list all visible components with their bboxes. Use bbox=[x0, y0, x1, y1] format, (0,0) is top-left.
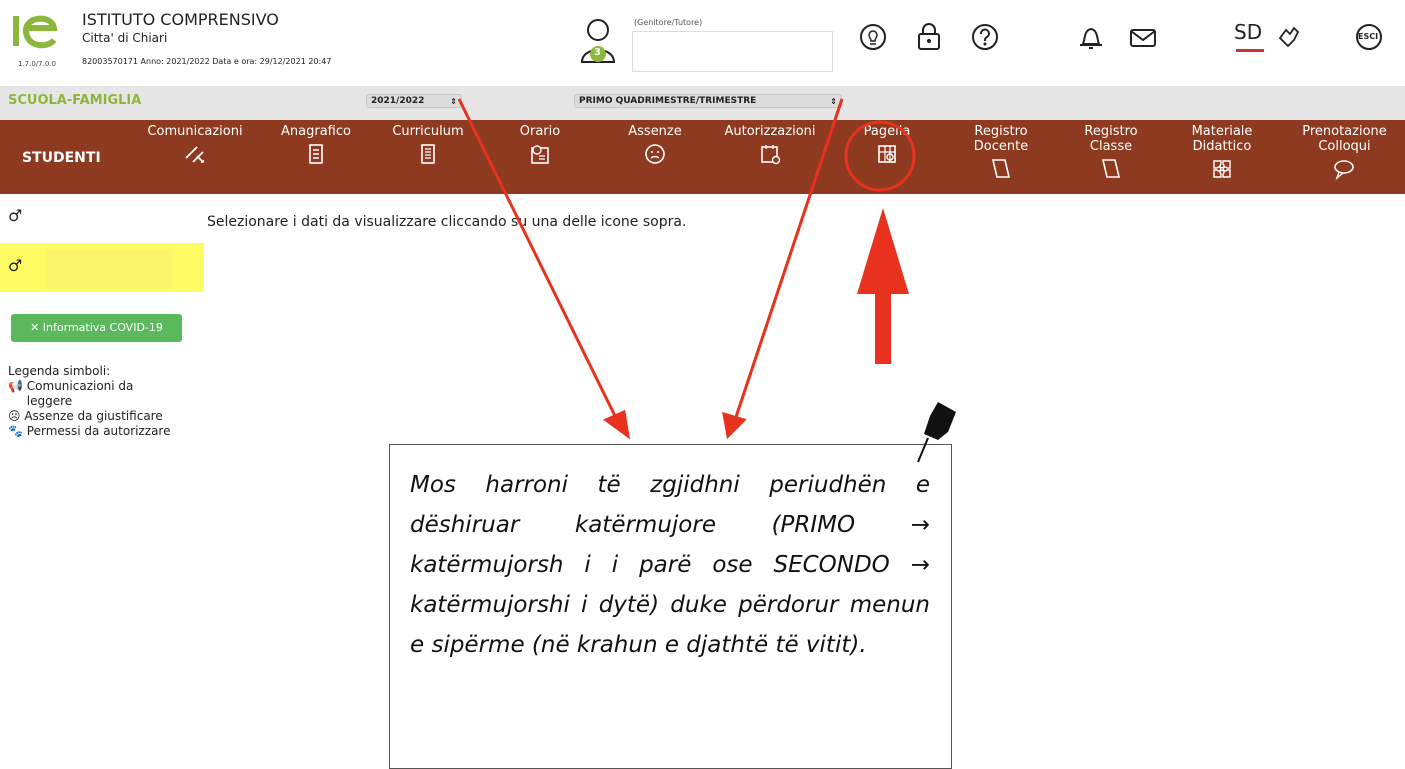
legend-item: ☹ Assenze da giustificare bbox=[8, 409, 177, 424]
sad-face-icon bbox=[645, 144, 665, 164]
menu-item-registro-docente[interactable]: Registro Docente bbox=[954, 124, 1048, 181]
student-name-redacted bbox=[46, 249, 172, 289]
arrow-up-to-pagella bbox=[857, 208, 909, 364]
institute-title: ISTITUTO COMPRENSIVO bbox=[82, 10, 279, 29]
menu-item-label: Curriculum bbox=[392, 124, 464, 139]
menu-item-label: Registro bbox=[1084, 124, 1138, 139]
speech-icon bbox=[1333, 160, 1354, 181]
menu-item-label: Anagrafico bbox=[281, 124, 351, 139]
menu-item-autorizzazioni[interactable]: Autorizzazioni bbox=[712, 124, 828, 166]
menu-studenti: STUDENTI bbox=[22, 150, 101, 166]
menu-item-assenze[interactable]: Assenze bbox=[612, 124, 698, 166]
menu-item-orario[interactable]: Orario bbox=[502, 124, 578, 166]
document-list-icon bbox=[421, 144, 435, 164]
logout-label[interactable]: ESCI bbox=[1358, 32, 1378, 41]
report-card-icon bbox=[878, 145, 896, 163]
menu-item-label: Registro bbox=[974, 124, 1028, 139]
main-message: Selezionare i dati da visualizzare clicc… bbox=[207, 214, 687, 230]
student-gender-icon: ♂ bbox=[8, 256, 23, 275]
select-arrow-icon: ⇕ bbox=[450, 97, 457, 106]
legend-item: 📢 Comunicazioni da leggere bbox=[8, 379, 177, 409]
calendar-check-icon bbox=[761, 145, 781, 165]
menu-item-materiale-didattico[interactable]: Materiale Didattico bbox=[1172, 124, 1272, 181]
menu-item-label: Orario bbox=[519, 124, 561, 139]
menu-item-label-2: Docente bbox=[973, 139, 1029, 154]
covid-info-button[interactable]: ✕ Informativa COVID-19 bbox=[11, 314, 182, 342]
menu-item-label: Materiale bbox=[1191, 124, 1253, 139]
student-gender-icon: ♂ bbox=[8, 206, 23, 225]
menu-item-label: Prenotazione bbox=[1302, 124, 1387, 139]
legend-text: Comunicazioni da leggere bbox=[26, 379, 134, 408]
re-logo bbox=[13, 15, 58, 49]
puzzle-icon bbox=[1213, 160, 1231, 178]
institute-info: 82003570171 Anno: 2021/2022 Data e ora: … bbox=[82, 57, 332, 66]
menu-item-curriculum[interactable]: Curriculum bbox=[380, 124, 476, 166]
sd-icon[interactable]: SD bbox=[1234, 20, 1262, 44]
help-icon[interactable] bbox=[970, 22, 1000, 52]
period-select-value: PRIMO QUADRIMESTRE/TRIMESTRE bbox=[579, 96, 757, 106]
menu-item-label: Autorizzazioni bbox=[724, 124, 816, 139]
megaphone-icon: 📢 bbox=[8, 379, 23, 393]
user-avatar[interactable]: 3 bbox=[578, 14, 618, 66]
legend: Legenda simboli: 📢 Comunicazioni da legg… bbox=[8, 364, 177, 439]
legend-text: Permessi da autorizzare bbox=[26, 424, 171, 438]
user-role: (Genitore/Tutore) bbox=[634, 18, 703, 27]
period-select[interactable]: PRIMO QUADRIMESTRE/TRIMESTRE ⇕ bbox=[574, 94, 842, 108]
megaphone-icon bbox=[185, 146, 204, 163]
mail-icon[interactable] bbox=[1128, 22, 1158, 52]
book-icon bbox=[1101, 159, 1121, 178]
document-icon bbox=[309, 144, 323, 164]
lightbulb-icon[interactable] bbox=[858, 22, 888, 52]
book-icon bbox=[991, 159, 1011, 178]
menu-item-label-2: Colloqui bbox=[1318, 139, 1371, 154]
year-select-value: 2021/2022 bbox=[371, 96, 425, 106]
hand-icon[interactable] bbox=[1274, 22, 1304, 52]
menu-item-pagella[interactable]: Pagella bbox=[842, 124, 932, 166]
version-label: 1.7.0/7.0.0 bbox=[18, 60, 56, 68]
menu-item-label-2: Classe bbox=[1089, 139, 1133, 154]
select-arrow-icon: ⇕ bbox=[830, 97, 837, 106]
legend-item: 🐾 Permessi da autorizzare bbox=[8, 424, 177, 439]
legend-title: Legenda simboli: bbox=[8, 364, 111, 378]
menu-item-label: Comunicazioni bbox=[147, 124, 243, 139]
menu-item-label-2: Didattico bbox=[1192, 139, 1252, 154]
year-select[interactable]: 2021/2022 ⇕ bbox=[366, 94, 462, 108]
bell-icon[interactable] bbox=[1076, 22, 1106, 52]
clock-calendar-icon bbox=[531, 145, 549, 164]
menu-item-anagrafico[interactable]: Anagrafico bbox=[268, 124, 364, 166]
sd-underline bbox=[1236, 49, 1264, 52]
user-icon bbox=[580, 19, 616, 63]
menu-item-prenotazione-colloqui[interactable]: Prenotazione Colloqui bbox=[1284, 124, 1405, 181]
menu-item-label: Pagella bbox=[863, 124, 911, 139]
lock-icon[interactable] bbox=[914, 22, 944, 52]
menu-item-label: Assenze bbox=[628, 124, 682, 139]
user-name-box bbox=[632, 31, 833, 72]
annotation-note-text: Mos harroni të zgjidhni periudhën e dësh… bbox=[410, 472, 930, 658]
institute-city: Citta' di Chiari bbox=[82, 31, 168, 45]
legend-text: Assenze da giustificare bbox=[24, 409, 163, 423]
menu-item-registro-classe[interactable]: Registro Classe bbox=[1064, 124, 1158, 181]
bar-title: SCUOLA-FAMIGLIA bbox=[8, 93, 142, 108]
frown-icon: ☹ bbox=[8, 409, 21, 423]
menu-item-comunicazioni[interactable]: Comunicazioni bbox=[135, 124, 255, 166]
user-badge: 3 bbox=[594, 47, 601, 58]
paw-icon: 🐾 bbox=[8, 424, 23, 438]
